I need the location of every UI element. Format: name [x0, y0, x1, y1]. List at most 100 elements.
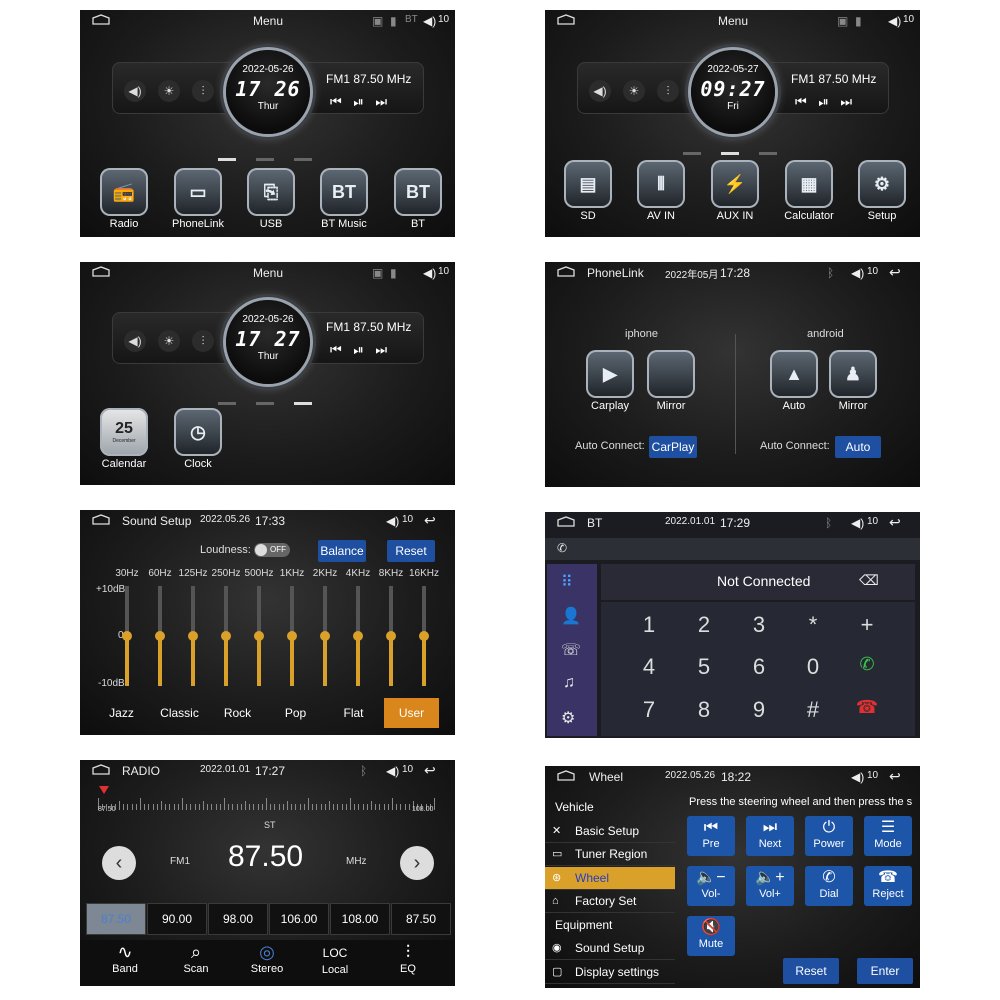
app-iphone-mirror[interactable]: Mirror [634, 350, 708, 412]
page-dot[interactable] [256, 402, 274, 405]
dialpad-icon[interactable]: ⠿ [561, 572, 573, 592]
music-icon[interactable]: ♫ [563, 674, 575, 692]
eq-button[interactable]: ⫶ [657, 80, 679, 102]
app-android-mirror[interactable]: ♟ Mirror [816, 350, 890, 412]
tab-scan[interactable]: ⌕ Scan [159, 942, 233, 975]
menu-item-tuner-region[interactable]: ▭ Tuner Region [545, 843, 675, 866]
back-icon[interactable]: ↩ [889, 514, 901, 531]
back-icon[interactable]: ↩ [424, 512, 436, 529]
home-icon[interactable] [92, 764, 110, 775]
home-icon[interactable] [92, 266, 110, 277]
page-dot[interactable] [294, 402, 312, 405]
eq-slider-knob[interactable] [353, 631, 363, 641]
app-clock[interactable]: ◷ Clock [161, 408, 235, 470]
carplay-connect-button[interactable]: CarPlay [649, 436, 697, 458]
tuning-marker[interactable] [99, 786, 109, 794]
preset-button[interactable]: 106.00 [269, 903, 329, 935]
key-hash[interactable]: # [793, 697, 833, 723]
preset-jazz[interactable]: Jazz [94, 698, 149, 728]
key-7[interactable]: 7 [629, 697, 669, 723]
volume-button[interactable]: ◀) [589, 80, 611, 102]
next-icon[interactable]: ⏭ [375, 342, 391, 357]
key-6[interactable]: 6 [739, 654, 779, 680]
mute-button[interactable]: 🔇 Mute [687, 916, 735, 956]
reject-button[interactable]: ☎ Reject [864, 866, 912, 906]
seek-forward-button[interactable]: › [400, 846, 434, 880]
brightness-button[interactable]: ☀ [158, 80, 180, 102]
page-dot[interactable] [759, 152, 777, 155]
vol-button[interactable]: 🔈− Vol- [687, 866, 735, 906]
tab-band[interactable]: ∿ Band [88, 942, 162, 975]
prev-icon[interactable]: ⏮ [330, 342, 346, 357]
call-log-icon[interactable]: ☏ [561, 640, 581, 660]
preset-user[interactable]: User [384, 698, 439, 728]
page-dot[interactable] [218, 158, 236, 161]
key-plus[interactable]: + [847, 612, 887, 638]
prev-icon[interactable]: ⏮ [330, 94, 346, 109]
next-icon[interactable]: ⏭ [840, 94, 856, 109]
backspace-icon[interactable]: ⌫ [859, 572, 879, 589]
eq-slider-knob[interactable] [221, 631, 231, 641]
eq-slider-knob[interactable] [287, 631, 297, 641]
home-icon[interactable] [557, 14, 575, 25]
reset-button[interactable]: Reset [387, 540, 435, 562]
app-radio[interactable]: 📻 Radio [87, 168, 161, 230]
app-calculator[interactable]: ▦ Calculator [772, 160, 846, 222]
home-icon[interactable] [92, 514, 110, 525]
app-av-in[interactable]: ⫴ AV IN [624, 160, 698, 222]
key-4[interactable]: 4 [629, 654, 669, 680]
preset-button[interactable]: 98.00 [208, 903, 268, 935]
seek-back-button[interactable]: ‹ [102, 846, 136, 880]
eq-slider-knob[interactable] [419, 631, 429, 641]
preset-button[interactable]: 90.00 [147, 903, 207, 935]
app-bt-music[interactable]: BT BT Music [307, 168, 381, 230]
contacts-icon[interactable]: 👤 [561, 606, 581, 626]
eq-slider-knob[interactable] [254, 631, 264, 641]
tab-local[interactable]: LOC Local [298, 942, 372, 976]
loudness-toggle[interactable]: OFF [254, 543, 290, 557]
app-aux-in[interactable]: ⚡ AUX IN [698, 160, 772, 222]
preset-rock[interactable]: Rock [210, 698, 265, 728]
eq-slider-knob[interactable] [155, 631, 165, 641]
prev-icon[interactable]: ⏮ [795, 94, 811, 109]
preset-pop[interactable]: Pop [268, 698, 323, 728]
preset-flat[interactable]: Flat [326, 698, 381, 728]
menu-item-factory-set[interactable]: ⌂ Factory Set [545, 890, 675, 913]
key-9[interactable]: 9 [739, 697, 779, 723]
play-pause-icon[interactable]: ⏯ [818, 94, 832, 109]
radio-info[interactable]: FM1 87.50 MHz [326, 320, 411, 334]
frequency-scale[interactable] [98, 796, 438, 810]
menu-item-basic-setup[interactable]: ✕ Basic Setup [545, 820, 675, 843]
key-3[interactable]: 3 [739, 612, 779, 638]
eq-slider-knob[interactable] [386, 631, 396, 641]
radio-info[interactable]: FM1 87.50 MHz [326, 72, 411, 86]
page-dot[interactable] [294, 158, 312, 161]
eq-slider-knob[interactable] [122, 631, 132, 641]
menu-item-wheel[interactable]: ⊛ Wheel [545, 866, 675, 890]
app-phonelink[interactable]: ▭ PhoneLink [161, 168, 235, 230]
key-1[interactable]: 1 [629, 612, 669, 638]
page-dot[interactable] [256, 158, 274, 161]
preset-classic[interactable]: Classic [152, 698, 207, 728]
radio-info[interactable]: FM1 87.50 MHz [791, 72, 876, 86]
app-usb[interactable]: ⎘ USB [234, 168, 308, 230]
page-dot[interactable] [683, 152, 701, 155]
vol-button[interactable]: 🔈+ Vol+ [746, 866, 794, 906]
volume-button[interactable]: ◀) [124, 330, 146, 352]
back-icon[interactable]: ↩ [424, 762, 436, 779]
key-0[interactable]: 0 [793, 654, 833, 680]
app-setup[interactable]: ⚙ Setup [845, 160, 919, 222]
mode-button[interactable]: ☰ Mode [864, 816, 912, 856]
back-icon[interactable]: ↩ [889, 768, 901, 785]
page-dot[interactable] [218, 402, 236, 405]
eq-button[interactable]: ⫶ [192, 80, 214, 102]
reset-button[interactable]: Reset [783, 958, 839, 984]
tab-eq[interactable]: ⫶ EQ [371, 942, 445, 975]
call-icon[interactable]: ✆ [847, 654, 887, 675]
hangup-icon[interactable]: ☎ [847, 697, 887, 718]
volume-button[interactable]: ◀) [124, 80, 146, 102]
home-icon[interactable] [92, 14, 110, 25]
eq-button[interactable]: ⫶ [192, 330, 214, 352]
eq-slider-knob[interactable] [188, 631, 198, 641]
preset-button[interactable]: 87.50 [391, 903, 451, 935]
